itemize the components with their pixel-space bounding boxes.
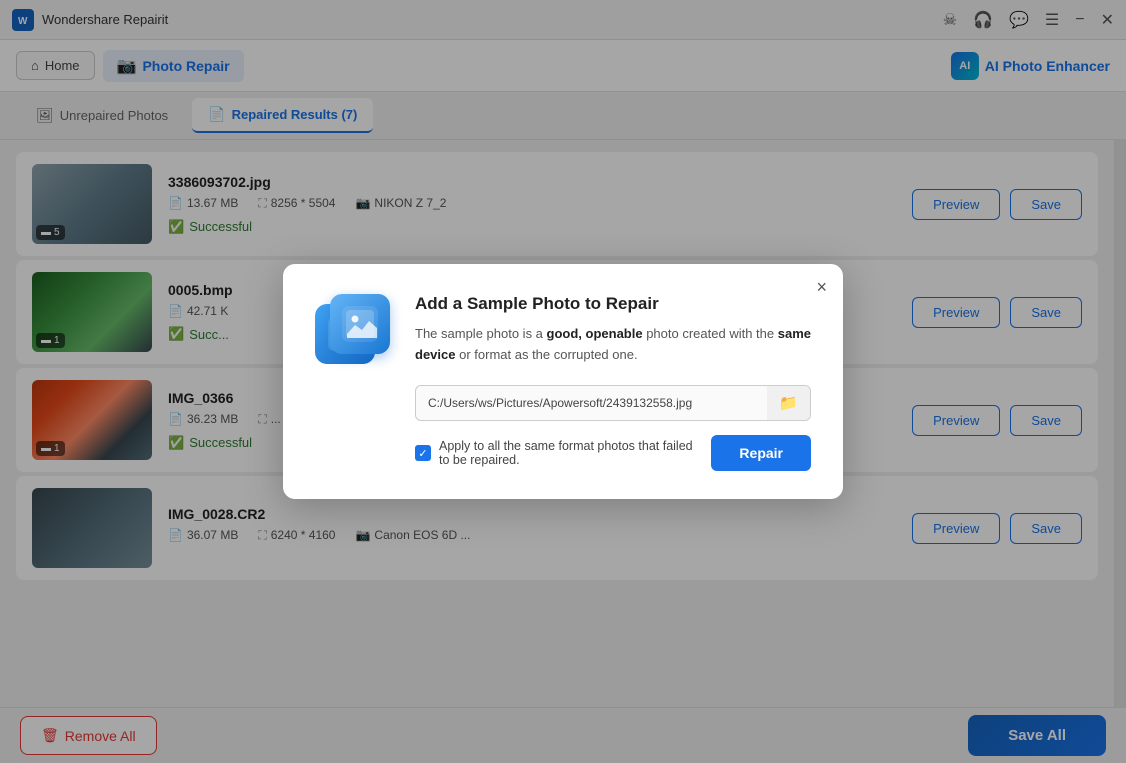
dialog-icon xyxy=(315,294,395,374)
image-icon-front xyxy=(342,306,378,342)
icon-front-layer xyxy=(330,294,390,354)
folder-browse-button[interactable]: 📁 xyxy=(767,386,810,420)
repair-button[interactable]: Repair xyxy=(711,435,811,471)
filepath-input[interactable] xyxy=(416,387,767,419)
modal-overlay: × xyxy=(0,0,1126,763)
dialog-text: Add a Sample Photo to Repair The sample … xyxy=(415,294,811,472)
dialog-body: Add a Sample Photo to Repair The sample … xyxy=(315,294,811,472)
checkbox-label-text: Apply to all the same format photos that… xyxy=(439,439,701,467)
dialog-description: The sample photo is a good, openable pho… xyxy=(415,324,811,366)
filepath-input-row: 📁 xyxy=(415,385,811,421)
add-sample-dialog: × xyxy=(283,264,843,500)
dialog-close-button[interactable]: × xyxy=(816,278,827,296)
apply-all-checkbox[interactable]: ✓ xyxy=(415,445,431,461)
dialog-title: Add a Sample Photo to Repair xyxy=(415,294,811,314)
apply-all-checkbox-label[interactable]: ✓ Apply to all the same format photos th… xyxy=(415,439,701,467)
dialog-actions-row: ✓ Apply to all the same format photos th… xyxy=(415,435,811,471)
